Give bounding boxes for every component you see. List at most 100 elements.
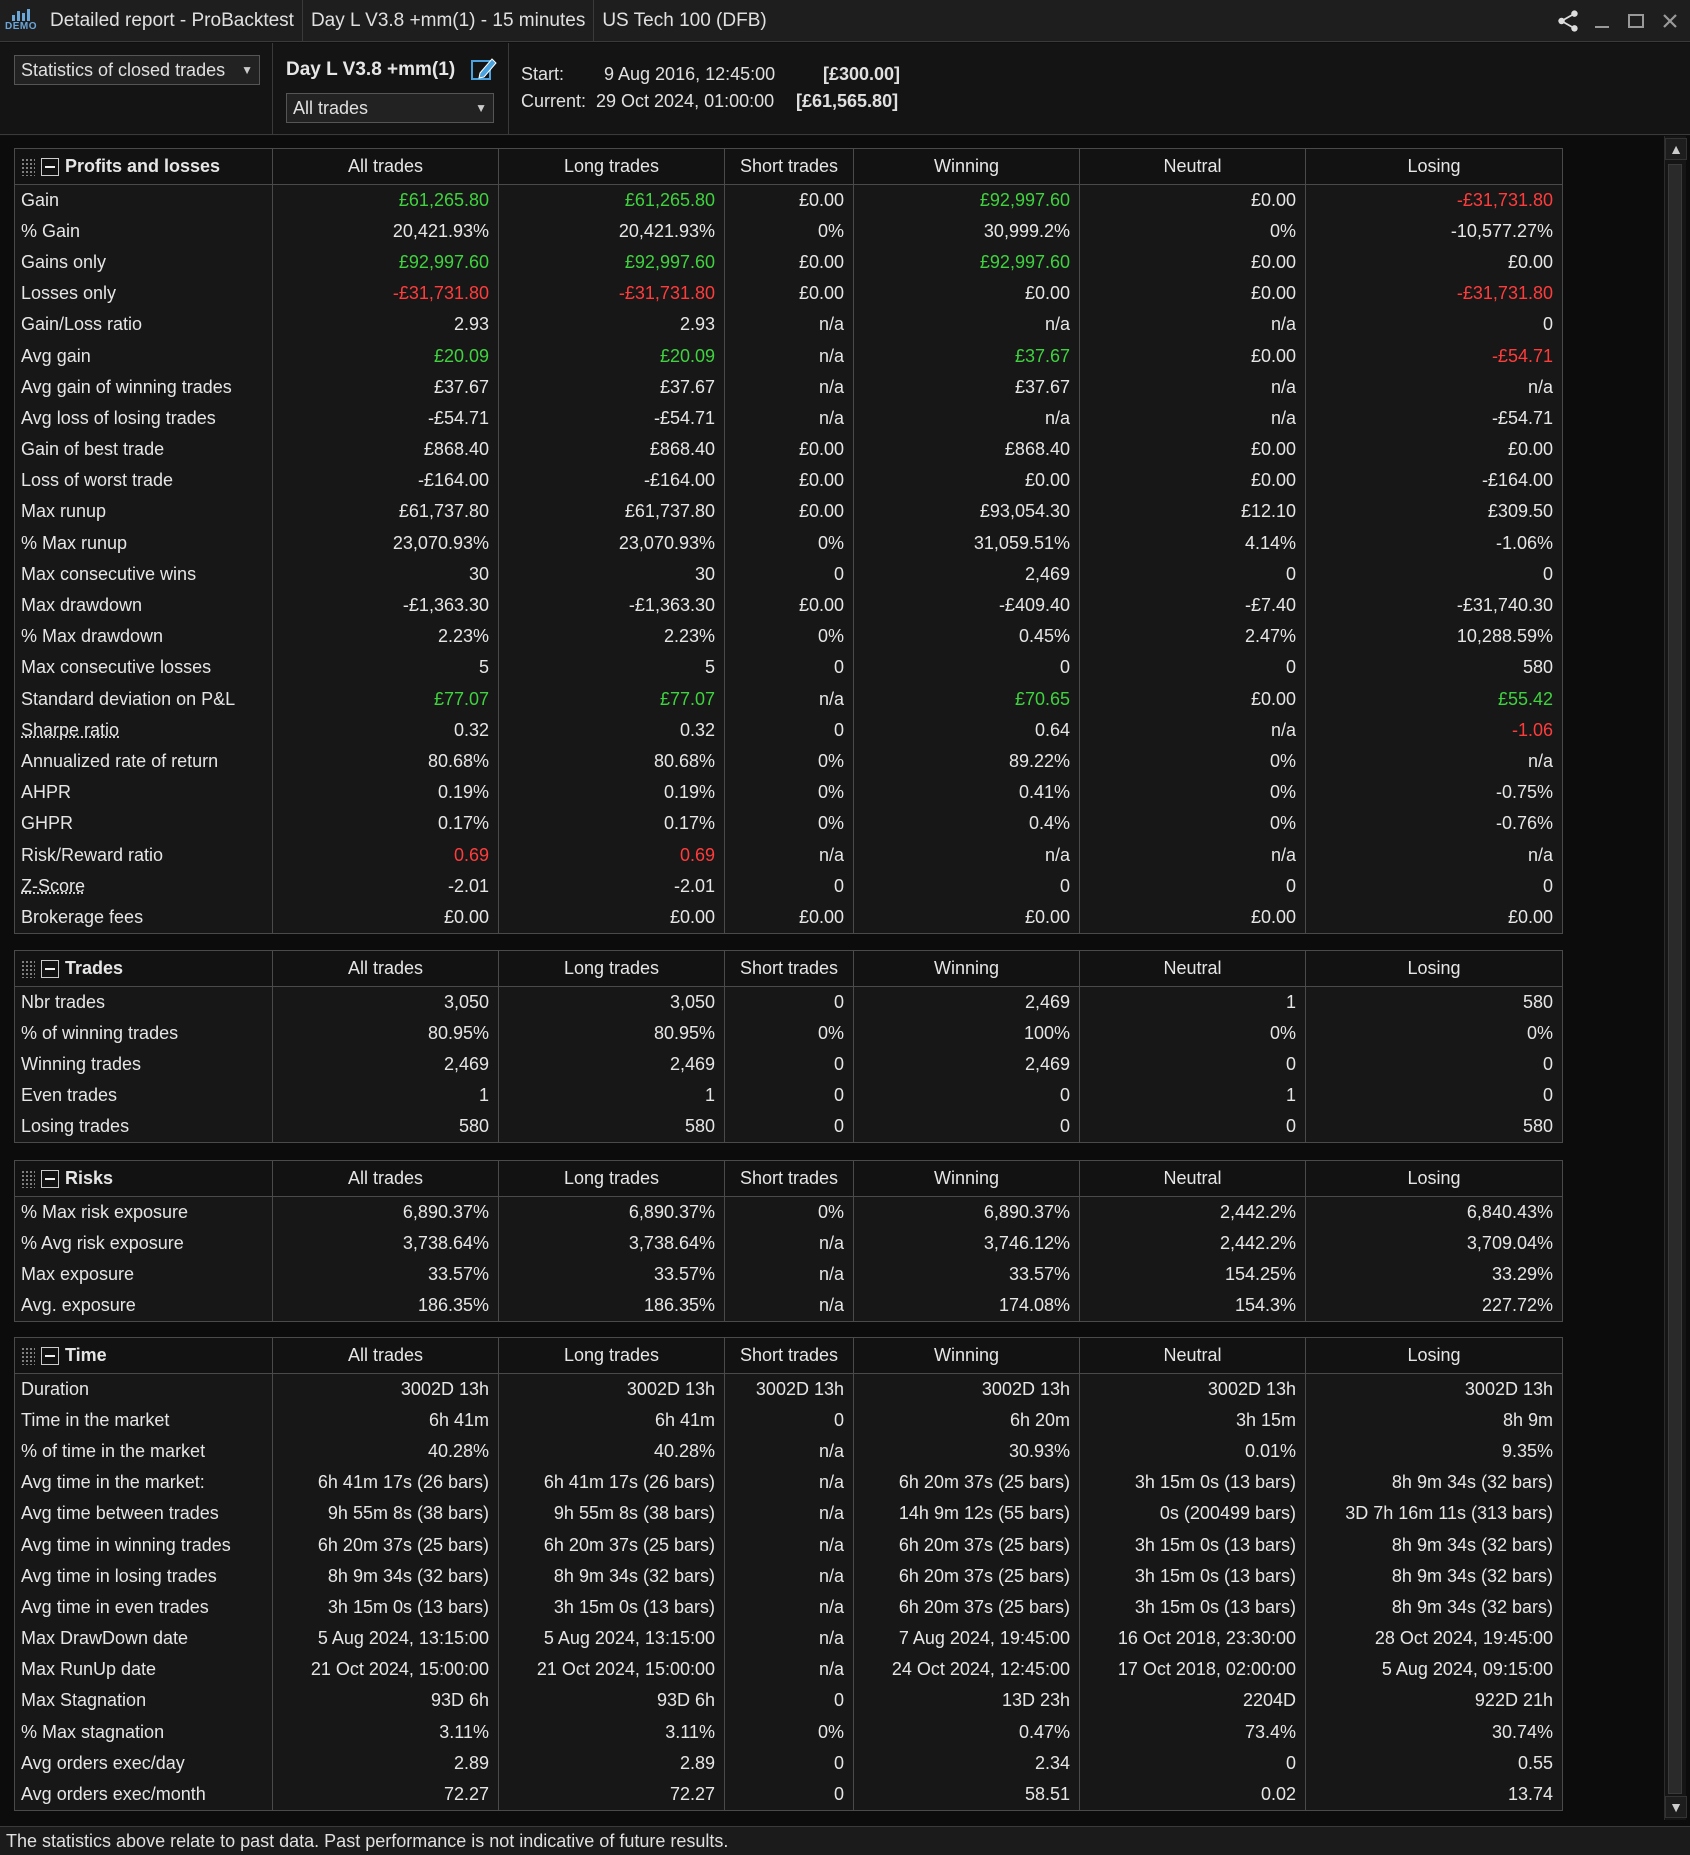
table-cell: £55.42 bbox=[1305, 683, 1563, 715]
statistics-view-select[interactable]: Statistics of closed trades ▼ bbox=[14, 55, 260, 85]
row-label-text: % of time in the market bbox=[21, 1440, 206, 1461]
table-cell: 3h 15m bbox=[1079, 1404, 1306, 1436]
table-row: Brokerage fees £0.00 £0.00 £0.00 £0.00 £0.00 £… bbox=[14, 901, 1563, 934]
table-cell: 0.69 bbox=[498, 839, 725, 871]
table-row: Avg time in the market: 6h 41m 17s (26 ba… bbox=[14, 1467, 1563, 1499]
table-cell: £0.00 bbox=[1305, 246, 1563, 279]
section-header[interactable]: Risks bbox=[14, 1160, 273, 1197]
row-label: GHPR bbox=[14, 808, 273, 840]
table-cell: 5 bbox=[498, 652, 725, 684]
table-cell: -£7.40 bbox=[1079, 589, 1306, 622]
minimize-icon[interactable] bbox=[1590, 9, 1614, 33]
row-label: Max runup bbox=[14, 496, 273, 528]
table-cell: 0 bbox=[724, 1778, 854, 1811]
table-cell: 2,442.2% bbox=[1079, 1227, 1306, 1259]
table-cell: 1 bbox=[498, 1080, 725, 1112]
table-cell: £0.00 bbox=[1079, 246, 1306, 279]
row-label: Annualized rate of return bbox=[14, 745, 273, 778]
table-cell: £93,054.30 bbox=[853, 496, 1080, 528]
row-label: % Avg risk exposure bbox=[14, 1227, 273, 1259]
edit-icon[interactable] bbox=[470, 55, 498, 83]
close-icon[interactable] bbox=[1658, 9, 1682, 33]
collapse-icon[interactable] bbox=[41, 1347, 59, 1366]
report-header: Statistics of closed trades ▼ Day L V3.8… bbox=[0, 43, 1690, 135]
table-row: Gains only £92,997.60 £92,997.60 £0.00 £92,9… bbox=[14, 246, 1563, 279]
section-title: Time bbox=[65, 1345, 107, 1365]
row-label: Avg time between trades bbox=[14, 1498, 273, 1530]
table-cell: 186.35% bbox=[272, 1290, 499, 1322]
table-cell: 580 bbox=[1305, 1111, 1563, 1143]
row-label-text: % Avg risk exposure bbox=[21, 1232, 184, 1253]
maximize-icon[interactable] bbox=[1624, 9, 1648, 33]
table-cell: 0 bbox=[853, 1111, 1080, 1143]
table-cell: 6h 20m 37s (25 bars) bbox=[272, 1529, 499, 1561]
table-cell: 80.68% bbox=[272, 745, 499, 778]
row-label-text: Avg time between trades bbox=[21, 1503, 219, 1524]
table-cell: 30.74% bbox=[1305, 1716, 1563, 1748]
table-cell: £309.50 bbox=[1305, 496, 1563, 528]
table-cell: n/a bbox=[724, 1623, 854, 1655]
table-row: Avg. exposure 186.35% 186.35% n/a 174.08% 154… bbox=[14, 1290, 1563, 1322]
table-cell: 33.29% bbox=[1305, 1258, 1563, 1291]
table-cell: 0 bbox=[724, 1048, 854, 1081]
scrollbar-thumb[interactable] bbox=[1668, 164, 1682, 1794]
table-cell: 0 bbox=[1079, 1747, 1306, 1779]
table-cell: 580 bbox=[498, 1111, 725, 1143]
row-label-text: Gains only bbox=[21, 251, 107, 272]
column-header: Winning bbox=[853, 1160, 1080, 1197]
row-label-text: Max drawdown bbox=[21, 595, 143, 616]
row-label: % of winning trades bbox=[14, 1017, 273, 1049]
trade-filter-select[interactable]: All trades ▼ bbox=[286, 93, 494, 123]
table-cell: 0% bbox=[724, 527, 854, 559]
table-cell: 0 bbox=[724, 714, 854, 746]
drag-handle-icon[interactable] bbox=[21, 1170, 35, 1189]
table-cell: -2.01 bbox=[272, 870, 499, 902]
table-cell: -£31,731.80 bbox=[1305, 278, 1563, 310]
scroll-up-icon[interactable]: ▲ bbox=[1665, 138, 1687, 160]
table-cell: £0.00 bbox=[272, 901, 499, 934]
table-cell: n/a bbox=[724, 402, 854, 434]
table-cell: 2.23% bbox=[498, 621, 725, 653]
row-label: % Gain bbox=[14, 215, 273, 247]
table-cell: 23,070.93% bbox=[272, 527, 499, 559]
row-label-text: Max RunUp date bbox=[21, 1659, 157, 1680]
collapse-icon[interactable] bbox=[41, 158, 59, 177]
table-cell: 0 bbox=[1305, 870, 1563, 902]
table-cell: £92,997.60 bbox=[853, 246, 1080, 279]
table-cell: 580 bbox=[272, 1111, 499, 1143]
table-cell: n/a bbox=[1079, 371, 1306, 403]
table-cell: 1 bbox=[1079, 1080, 1306, 1112]
drag-handle-icon[interactable] bbox=[21, 960, 35, 979]
row-label: Max drawdown bbox=[14, 589, 273, 622]
row-label-text: Sharpe ratio bbox=[21, 719, 120, 740]
section-header[interactable]: Time bbox=[14, 1337, 273, 1374]
table-cell: 8h 9m 34s (32 bars) bbox=[1305, 1467, 1563, 1499]
row-label: Risk/Reward ratio bbox=[14, 839, 273, 871]
table-row: % Max runup 23,070.93% 23,070.93% 0% 31,059.… bbox=[14, 527, 1563, 559]
collapse-icon[interactable] bbox=[41, 1170, 59, 1189]
table-cell: 3h 15m 0s (13 bars) bbox=[1079, 1591, 1306, 1623]
drag-handle-icon[interactable] bbox=[21, 158, 35, 177]
table-cell: 40.28% bbox=[272, 1435, 499, 1468]
table-cell: 0 bbox=[1079, 870, 1306, 902]
table-cell: 0% bbox=[724, 745, 854, 778]
chevron-down-icon: ▼ bbox=[241, 63, 253, 77]
table-cell: 580 bbox=[1305, 986, 1563, 1018]
table-cell: 6h 20m 37s (25 bars) bbox=[853, 1467, 1080, 1499]
row-label: Standard deviation on P&L bbox=[14, 683, 273, 715]
drag-handle-icon[interactable] bbox=[21, 1347, 35, 1366]
collapse-icon[interactable] bbox=[41, 960, 59, 979]
scroll-down-icon[interactable]: ▼ bbox=[1665, 1796, 1687, 1818]
section-table-trades: Trades All trades Long trades Short trades W… bbox=[14, 950, 1563, 1143]
strategy-timeframe-title: Day L V3.8 +mm(1) - 15 minutes bbox=[303, 0, 595, 42]
table-cell: 0% bbox=[724, 1716, 854, 1748]
row-label-text: Max consecutive losses bbox=[21, 657, 212, 678]
table-row: Loss of worst trade -£164.00 -£164.00 £0.00… bbox=[14, 465, 1563, 497]
share-icon[interactable] bbox=[1556, 9, 1580, 33]
table-cell: 72.27 bbox=[498, 1778, 725, 1811]
table-cell: 0% bbox=[1079, 1017, 1306, 1049]
section-header[interactable]: Profits and losses bbox=[14, 148, 273, 185]
vertical-scrollbar[interactable]: ▲ ▼ bbox=[1664, 136, 1687, 1820]
table-cell: 580 bbox=[1305, 652, 1563, 684]
section-header[interactable]: Trades bbox=[14, 950, 273, 987]
